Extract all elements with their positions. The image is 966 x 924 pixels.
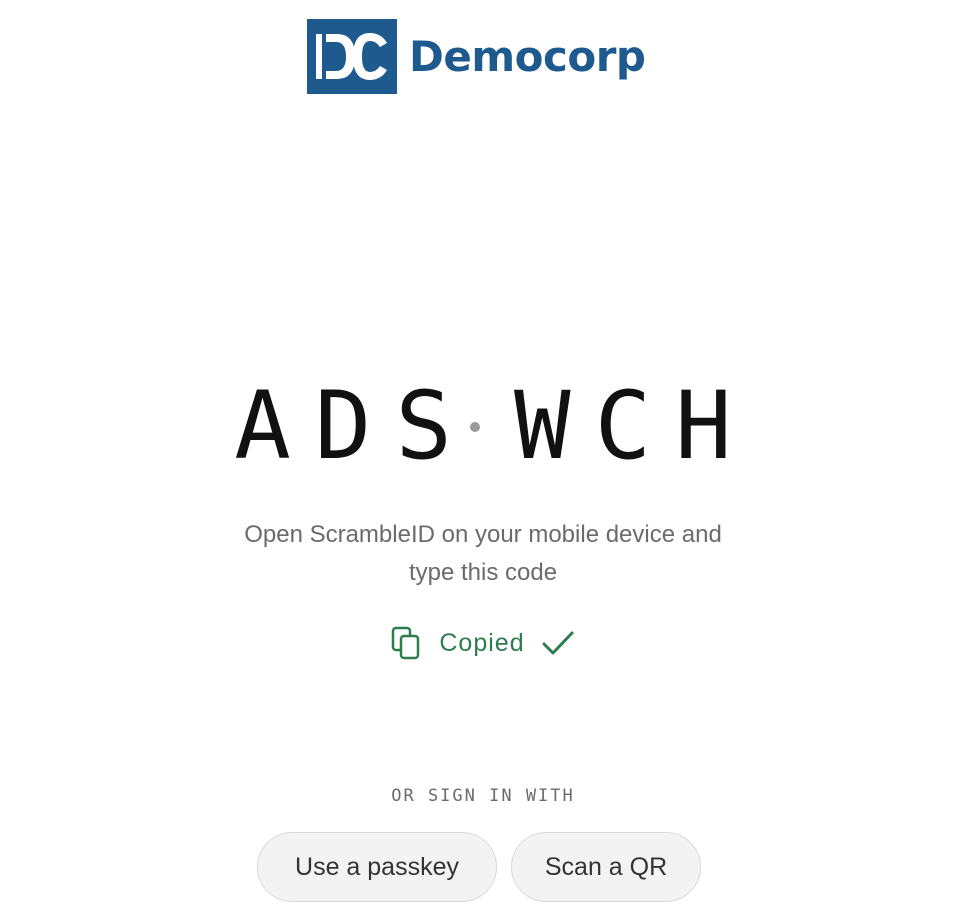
scan-qr-button[interactable]: Scan a QR	[511, 832, 701, 902]
copy-code-button[interactable]: Copied	[0, 626, 966, 660]
code-separator-dot	[470, 422, 480, 432]
verification-code: ADS WCH	[0, 372, 966, 482]
code-part-1: ADS	[234, 372, 476, 481]
code-part-2: WCH	[514, 372, 756, 481]
use-passkey-button[interactable]: Use a passkey	[257, 832, 497, 902]
brand-name: Democorp	[409, 32, 646, 81]
instructions-line-2: type this code	[408, 559, 558, 586]
brand-logo: Democorp	[307, 19, 646, 94]
copy-status-label: Copied	[439, 628, 525, 657]
check-icon	[542, 631, 574, 655]
democorp-logo-mark-icon	[307, 19, 397, 94]
alternative-signin-label: OR SIGN IN WITH	[391, 786, 575, 806]
instructions-line-1: Open ScrambleID on your mobile device an…	[244, 521, 722, 548]
copy-icon	[392, 626, 420, 660]
instructions-text: Open ScrambleID on your mobile device an…	[183, 516, 783, 592]
